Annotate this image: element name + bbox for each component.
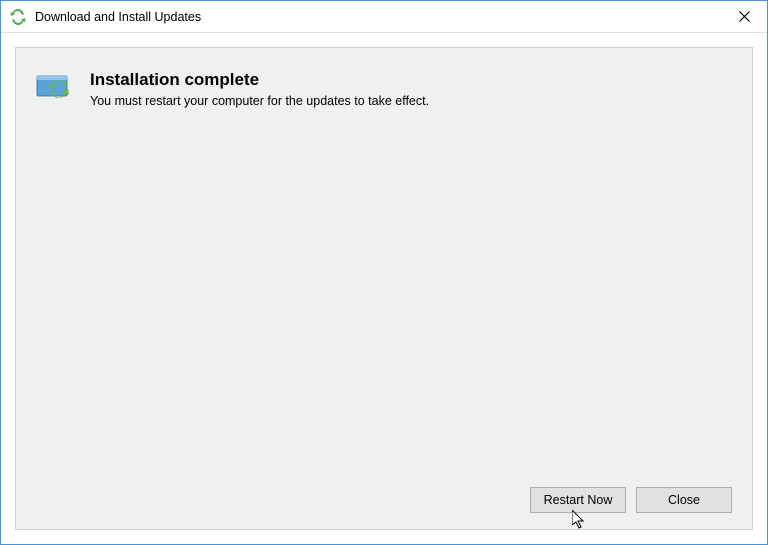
installation-heading: Installation complete [90, 70, 732, 90]
close-icon [739, 11, 750, 22]
restart-now-button[interactable]: Restart Now [530, 487, 626, 513]
window-close-button[interactable] [721, 1, 767, 33]
spacer [36, 108, 732, 475]
update-panel-icon [36, 72, 72, 100]
message-text: Installation complete You must restart y… [90, 70, 732, 108]
installation-subtext: You must restart your computer for the u… [90, 94, 732, 108]
update-icon [9, 8, 27, 26]
message-row: Installation complete You must restart y… [36, 70, 732, 108]
window-title: Download and Install Updates [35, 10, 721, 24]
inner-panel: Installation complete You must restart y… [15, 47, 753, 530]
button-row: Restart Now Close [36, 475, 732, 513]
titlebar: Download and Install Updates [1, 1, 767, 33]
dialog-window: Download and Install Updates [0, 0, 768, 545]
content-area: Installation complete You must restart y… [1, 33, 767, 544]
close-button[interactable]: Close [636, 487, 732, 513]
